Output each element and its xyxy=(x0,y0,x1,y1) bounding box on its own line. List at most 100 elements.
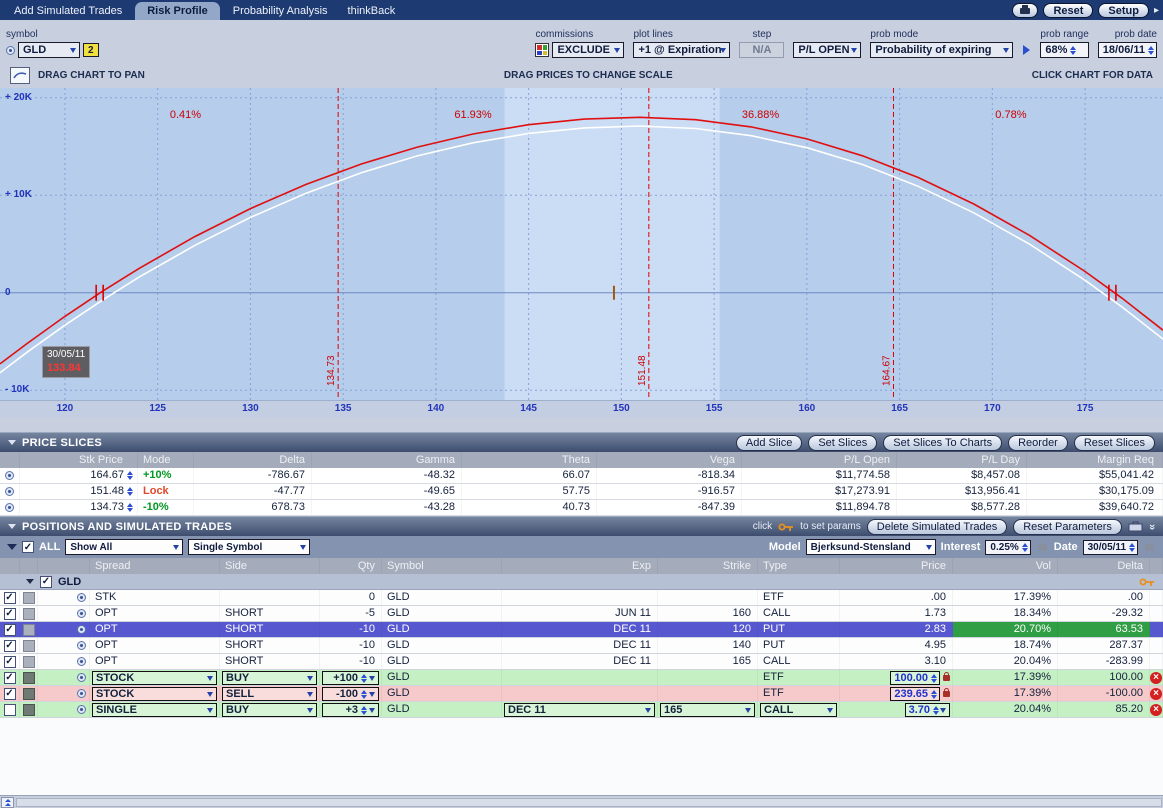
collapse-filter-icon[interactable] xyxy=(7,544,17,550)
interest-lock-icon[interactable] xyxy=(1038,544,1047,551)
chart-canvas[interactable]: 134.73151.48164.670.41%61.93%36.88%0.78% xyxy=(0,88,1163,400)
spinner-arrows[interactable] xyxy=(931,674,937,683)
spinner-arrows[interactable] xyxy=(127,471,133,480)
pan-chart-icon[interactable] xyxy=(10,67,30,84)
position-row[interactable]: OPT SHORT -10 GLD DEC 11 165 CALL 3.10 2… xyxy=(0,654,1163,670)
stk-price-field[interactable]: 164.67 xyxy=(20,468,138,483)
slice-mode[interactable]: Lock xyxy=(138,484,194,499)
expander-icon[interactable] xyxy=(26,579,34,584)
price-input[interactable]: 239.65 xyxy=(890,687,940,701)
collapse-positions-icon[interactable] xyxy=(8,524,16,529)
symbol-group-row[interactable]: GLD xyxy=(0,574,1163,590)
all-checkbox[interactable] xyxy=(22,541,34,553)
delete-simulated-trades-button[interactable]: Delete Simulated Trades xyxy=(867,519,1007,535)
add-slice-button[interactable]: Add Slice xyxy=(736,435,802,451)
row-checkbox[interactable] xyxy=(4,656,16,668)
price-slice-row[interactable]: 151.48 Lock -47.77 -49.65 57.75 -916.57 … xyxy=(0,484,1163,500)
drag-handle[interactable] xyxy=(23,704,35,716)
price-lock-icon[interactable] xyxy=(943,675,950,681)
price-input[interactable]: 3.70 xyxy=(905,703,950,717)
drag-handle[interactable] xyxy=(23,608,35,620)
side-select[interactable]: BUY xyxy=(222,703,317,717)
commissions-select[interactable]: EXCLUDE xyxy=(552,42,624,58)
price-slice-row[interactable]: 164.67 +10% -786.67 -48.32 66.07 -818.34… xyxy=(0,468,1163,484)
row-checkbox[interactable] xyxy=(4,640,16,652)
params-key-icon[interactable] xyxy=(1139,577,1155,587)
spinner-arrows[interactable] xyxy=(933,706,939,715)
exp-select[interactable]: DEC 11 xyxy=(504,703,655,717)
set-slices-to-charts-button[interactable]: Set Slices To Charts xyxy=(883,435,1002,451)
spinner-arrows[interactable] xyxy=(1022,543,1028,552)
price-lock-icon[interactable] xyxy=(943,691,950,697)
collapse-section-icon[interactable]: » xyxy=(1146,523,1158,529)
stk-price-field[interactable]: 134.73 xyxy=(20,500,138,515)
spread-select[interactable]: STOCK xyxy=(92,671,217,685)
qty-input[interactable]: +100 xyxy=(322,671,379,685)
price-slice-row[interactable]: 134.73 -10% 678.73 -43.28 40.73 -847.39 … xyxy=(0,500,1163,516)
risk-profile-chart[interactable]: 134.73151.48164.670.41%61.93%36.88%0.78%… xyxy=(0,88,1163,400)
delete-trade-button[interactable]: × xyxy=(1150,688,1162,700)
reset-button[interactable]: Reset xyxy=(1043,3,1093,18)
delete-trade-button[interactable]: × xyxy=(1150,672,1162,684)
spinner-arrows[interactable] xyxy=(361,706,367,715)
setup-button[interactable]: Setup xyxy=(1098,3,1149,18)
qty-input[interactable]: -100 xyxy=(322,687,379,701)
strike-select[interactable]: 165 xyxy=(660,703,755,717)
row-checkbox[interactable] xyxy=(4,688,16,700)
spinner-arrows[interactable] xyxy=(127,503,133,512)
position-row[interactable]: OPT SHORT -10 GLD DEC 11 140 PUT 4.95 18… xyxy=(0,638,1163,654)
type-select[interactable]: CALL xyxy=(760,703,837,717)
row-checkbox[interactable] xyxy=(4,624,16,636)
prob-date-spinner[interactable]: 18/06/11 xyxy=(1098,42,1157,58)
spinner-arrows[interactable] xyxy=(361,690,367,699)
row-checkbox[interactable] xyxy=(4,704,16,716)
briefcase-icon[interactable] xyxy=(1128,521,1143,532)
reset-parameters-button[interactable]: Reset Parameters xyxy=(1013,519,1122,535)
drag-handle[interactable] xyxy=(23,672,35,684)
side-select[interactable]: BUY xyxy=(222,671,317,685)
show-filter-select[interactable]: Show All xyxy=(65,539,183,555)
tab-add-simulated-trades[interactable]: Add Simulated Trades xyxy=(4,2,132,20)
spread-select[interactable]: SINGLE xyxy=(92,703,217,717)
row-checkbox[interactable] xyxy=(4,592,16,604)
tab-thinkback[interactable]: thinkBack xyxy=(338,2,406,20)
simulated-trade-row[interactable]: STOCK BUY +100 GLD ETF 100.00 17.39% 100… xyxy=(0,670,1163,686)
price-input[interactable]: 100.00 xyxy=(890,671,940,685)
symbol-select[interactable]: GLD xyxy=(18,42,80,58)
plot-lines-select[interactable]: +1 @ Expiration xyxy=(633,42,730,58)
tab-risk-profile[interactable]: Risk Profile xyxy=(135,2,220,20)
collapse-slices-icon[interactable] xyxy=(8,440,16,445)
date-spinner[interactable]: 30/05/11 xyxy=(1083,540,1138,555)
pl-mode-select[interactable]: P/L OPEN xyxy=(793,42,861,58)
drag-handle[interactable] xyxy=(23,624,35,636)
expand-up-icon[interactable] xyxy=(1,797,14,808)
prob-mode-select[interactable]: Probability of expiring xyxy=(870,42,1013,58)
simulated-trade-row[interactable]: SINGLE BUY +3 GLD DEC 11 165 CALL 3.70 2… xyxy=(0,702,1163,718)
prob-range-spinner[interactable]: 68% xyxy=(1040,42,1088,58)
interest-spinner[interactable]: 0.25% xyxy=(985,540,1030,555)
model-select[interactable]: Bjerksund-Stensland xyxy=(806,539,936,555)
position-row[interactable]: OPT SHORT -5 GLD JUN 11 160 CALL 1.73 18… xyxy=(0,606,1163,622)
qty-input[interactable]: +3 xyxy=(322,703,379,717)
drag-handle[interactable] xyxy=(23,656,35,668)
row-checkbox[interactable] xyxy=(4,672,16,684)
group-checkbox[interactable] xyxy=(40,576,52,588)
position-row[interactable]: STK 0 GLD ETF .00 17.39% .00 xyxy=(0,590,1163,606)
spinner-arrows[interactable] xyxy=(361,674,367,683)
spinner-arrows[interactable] xyxy=(1070,46,1076,55)
delete-trade-button[interactable]: × xyxy=(1150,704,1162,716)
drag-handle[interactable] xyxy=(23,640,35,652)
color-grid-icon[interactable] xyxy=(535,43,549,57)
side-select[interactable]: SELL xyxy=(222,687,317,701)
slice-mode[interactable]: -10% xyxy=(138,500,194,515)
stk-price-field[interactable]: 151.48 xyxy=(20,484,138,499)
spread-select[interactable]: STOCK xyxy=(92,687,217,701)
expand-params-icon[interactable] xyxy=(1023,45,1030,55)
spinner-arrows[interactable] xyxy=(931,690,937,699)
drag-handle[interactable] xyxy=(23,592,35,604)
print-button[interactable] xyxy=(1012,3,1038,18)
reset-slices-button[interactable]: Reset Slices xyxy=(1074,435,1155,451)
drag-handle[interactable] xyxy=(23,688,35,700)
date-lock-icon[interactable] xyxy=(1145,544,1154,551)
spinner-arrows[interactable] xyxy=(1148,46,1154,55)
